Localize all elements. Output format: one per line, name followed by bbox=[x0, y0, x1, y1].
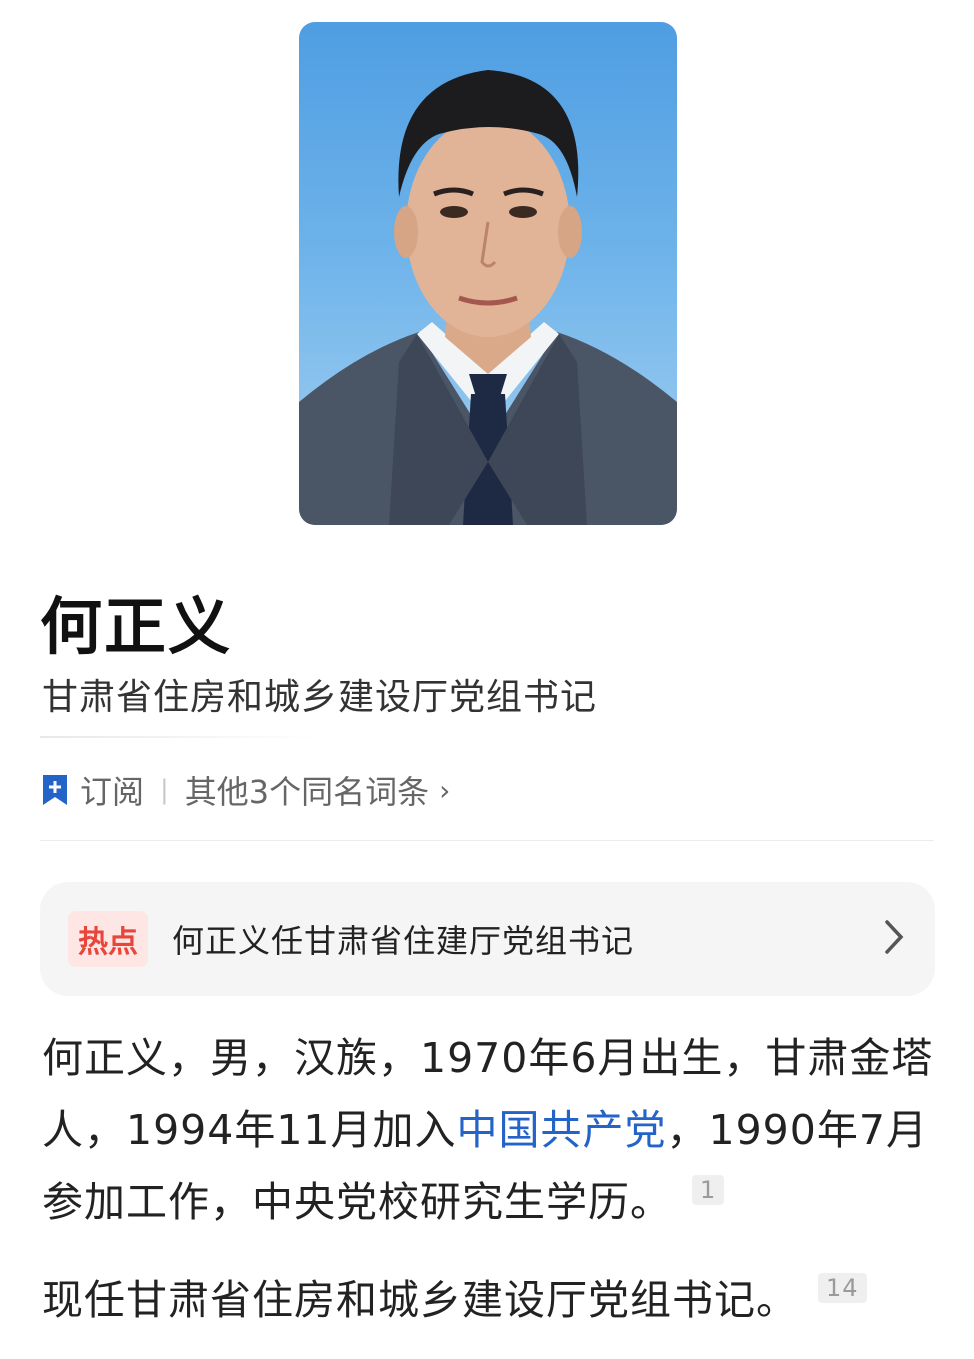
subscribe-button[interactable]: 订阅 bbox=[80, 767, 144, 813]
bio-text: 现任甘肃省住房和城乡建设厅党组书记。 bbox=[42, 1276, 798, 1324]
homonym-entries-link[interactable]: 其他3个同名词条 bbox=[185, 767, 429, 813]
citation-marker[interactable]: 14 bbox=[818, 1273, 867, 1303]
profile-portrait[interactable] bbox=[299, 22, 677, 525]
divider bbox=[40, 736, 320, 738]
hot-news-card[interactable]: 热点 何正义任甘肃省住建厅党组书记 bbox=[40, 882, 935, 996]
separator: | bbox=[160, 775, 169, 805]
divider bbox=[40, 840, 934, 841]
chevron-right-icon bbox=[885, 920, 904, 954]
bookmark-plus-icon[interactable] bbox=[40, 773, 70, 807]
citation-marker[interactable]: 1 bbox=[692, 1175, 725, 1205]
page-title: 何正义 bbox=[40, 590, 233, 663]
portrait-illustration bbox=[299, 70, 677, 525]
position-subtitle: 甘肃省住房和城乡建设厅党组书记 bbox=[42, 677, 598, 718]
bottom-fade bbox=[0, 1319, 974, 1359]
party-link[interactable]: 中国共产党 bbox=[457, 1106, 667, 1154]
chevron-right-icon: › bbox=[439, 773, 451, 807]
hot-badge: 热点 bbox=[68, 911, 148, 967]
entry-actions: 订阅 | 其他3个同名词条 › bbox=[40, 768, 450, 812]
hot-headline: 何正义任甘肃省住建厅党组书记 bbox=[172, 922, 635, 960]
bio-paragraph: 何正义，男，汉族，1970年6月出生，甘肃金塔人，1994年11月加入中国共产党… bbox=[42, 1022, 937, 1238]
